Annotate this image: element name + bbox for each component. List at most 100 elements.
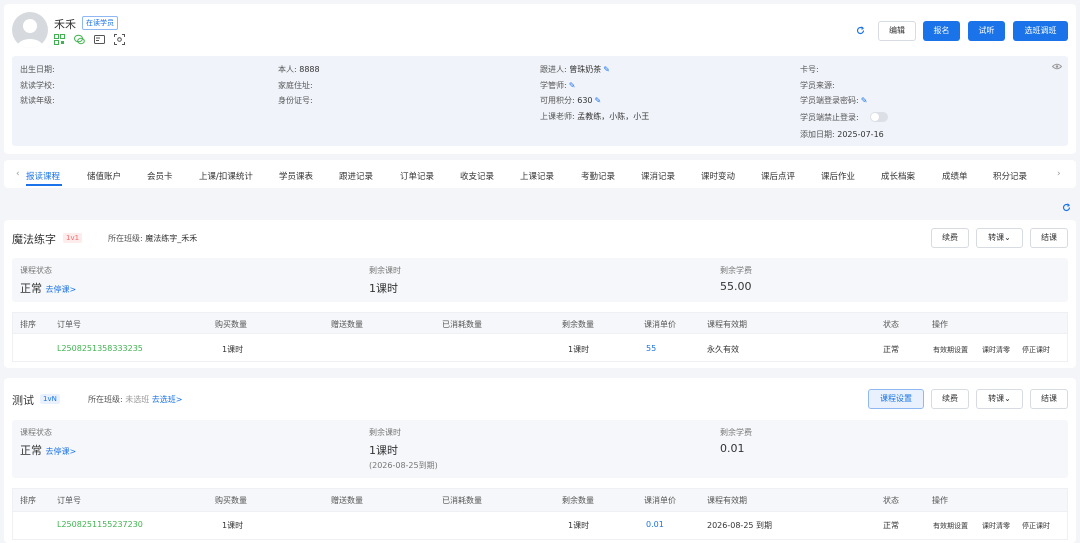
school: 就读学校: — [20, 81, 55, 90]
col-sort: 排序 — [20, 496, 36, 505]
card-number: 卡号: — [800, 65, 819, 74]
remaining-fee-label: 剩余学费 — [720, 266, 752, 275]
remaining-hours-value: 1课时 — [369, 282, 398, 295]
self-phone: 本人: 8888 — [278, 65, 320, 74]
remaining-fee-value: 0.01 — [720, 442, 745, 455]
renew-button[interactable]: 续费 — [931, 228, 969, 248]
wechat-icon[interactable] — [74, 34, 85, 48]
tab-reviews[interactable]: 课后点评 — [761, 170, 795, 182]
follower-edit-icon[interactable]: ✎ — [603, 65, 610, 74]
student-source: 学员来源: — [800, 81, 835, 90]
status-badge: 在读学员 — [82, 16, 118, 30]
validity-setting-link[interactable]: 有效期设置 — [933, 345, 968, 355]
state: 正常 — [883, 345, 899, 354]
remaining-fee-label: 剩余学费 — [720, 428, 752, 437]
order-number-link[interactable]: L2508251358333235 — [57, 344, 143, 353]
birth-date: 出生日期: — [20, 65, 55, 74]
tab-prev-icon[interactable]: ‹ — [16, 169, 20, 179]
tab-hour-changes[interactable]: 课时变动 — [701, 170, 735, 182]
stop-hours-link[interactable]: 停正课时 — [1022, 345, 1050, 355]
password-edit-icon[interactable]: ✎ — [861, 96, 868, 105]
tab-order-records[interactable]: 订单记录 — [400, 170, 434, 182]
login-ban: 学员端禁止登录: — [800, 113, 859, 122]
points-edit-icon[interactable]: ✎ — [595, 96, 602, 105]
chevron-down-icon: ⌄ — [1004, 233, 1011, 242]
col-actions: 操作 — [932, 320, 948, 329]
course-summary-box — [12, 420, 1068, 478]
tab-follow-records[interactable]: 跟进记录 — [339, 170, 373, 182]
remain-qty: 1课时 — [568, 345, 590, 354]
transfer-course-button[interactable]: 转课⌄ — [976, 228, 1023, 248]
tab-payment-records[interactable]: 收支记录 — [460, 170, 494, 182]
table-header — [12, 312, 1068, 334]
col-unit-price: 课消单价 — [644, 496, 676, 505]
col-used-qty: 已消耗数量 — [442, 320, 482, 329]
tab-next-icon[interactable]: › — [1057, 169, 1061, 179]
tab-class-records[interactable]: 上课记录 — [520, 170, 554, 182]
finish-course-button[interactable]: 结课 — [1030, 389, 1068, 409]
login-ban-toggle[interactable] — [870, 112, 888, 122]
renew-button[interactable]: 续费 — [931, 389, 969, 409]
tab-enrolled-courses[interactable]: 报读课程 — [26, 170, 60, 182]
choose-class-link[interactable]: 去选班> — [152, 395, 183, 404]
finish-course-button[interactable]: 结课 — [1030, 228, 1068, 248]
tab-member-card[interactable]: 会员卡 — [147, 170, 173, 182]
col-validity: 课程有效期 — [707, 320, 747, 329]
col-buy-qty: 购买数量 — [215, 496, 247, 505]
refresh-icon[interactable] — [856, 26, 865, 38]
class-info: 所在班级: 魔法练字_禾禾 — [108, 234, 198, 243]
stop-hours-link[interactable]: 停正课时 — [1022, 521, 1050, 531]
tab-class-stats[interactable]: 上课/扣课统计 — [199, 170, 253, 182]
status-label: 课程状态 — [20, 266, 52, 275]
address: 家庭住址: — [278, 81, 313, 90]
manager-edit-icon[interactable]: ✎ — [569, 81, 576, 90]
unit-price: 0.01 — [646, 520, 664, 529]
list-refresh-icon[interactable] — [1062, 203, 1071, 215]
course-setting-button[interactable]: 课程设置 — [868, 389, 924, 409]
tab-homework[interactable]: 课后作业 — [821, 170, 855, 182]
eye-icon[interactable] — [1051, 63, 1063, 73]
remaining-fee-value: 55.00 — [720, 280, 752, 293]
transfer-class-button[interactable]: 选班调班 — [1013, 21, 1068, 41]
tab-report-card[interactable]: 成绩单 — [942, 170, 968, 182]
clear-hours-link[interactable]: 课时清零 — [982, 521, 1010, 531]
remain-qty: 1课时 — [568, 521, 590, 530]
login-password: 学员端登录密码: ✎ — [800, 96, 868, 105]
transfer-course-button[interactable]: 转课⌄ — [976, 389, 1023, 409]
trial-button[interactable]: 试听 — [968, 21, 1005, 41]
id-number: 身份证号: — [278, 96, 313, 105]
validity-setting-link[interactable]: 有效期设置 — [933, 521, 968, 531]
id-card-icon[interactable] — [94, 35, 105, 47]
col-sort: 排序 — [20, 320, 36, 329]
col-gift-qty: 赠送数量 — [331, 496, 363, 505]
tab-points[interactable]: 积分记录 — [993, 170, 1027, 182]
qrcode-icon[interactable] — [54, 34, 65, 48]
remaining-hours-value: 1课时 — [369, 444, 398, 457]
added-date: 添加日期: 2025-07-16 — [800, 130, 884, 139]
col-remain-qty: 剩余数量 — [562, 320, 594, 329]
tab-schedule[interactable]: 学员课表 — [279, 170, 313, 182]
table-row — [12, 512, 1068, 540]
chevron-down-icon: ⌄ — [1004, 394, 1011, 403]
avatar — [12, 12, 48, 48]
suspend-link[interactable]: 去停课> — [46, 447, 77, 456]
buy-qty: 1课时 — [222, 521, 244, 530]
order-number-link[interactable]: L2508251155237230 — [57, 520, 143, 529]
tab-attendance[interactable]: 考勤记录 — [581, 170, 615, 182]
state: 正常 — [883, 521, 899, 530]
class-info: 所在班级: 未选班 去选班> — [88, 395, 183, 404]
face-scan-icon[interactable] — [114, 34, 125, 48]
tab-stored-value[interactable]: 储值账户 — [87, 170, 121, 182]
tab-consumption[interactable]: 课消记录 — [641, 170, 675, 182]
enroll-button[interactable]: 报名 — [923, 21, 960, 41]
edit-button[interactable]: 编辑 — [878, 21, 916, 41]
follower: 跟进人: 曾珠奶茶 ✎ — [540, 65, 610, 74]
tab-growth[interactable]: 成长档案 — [881, 170, 915, 182]
suspend-link[interactable]: 去停课> — [46, 285, 77, 294]
clear-hours-link[interactable]: 课时清零 — [982, 345, 1010, 355]
course-summary-box — [12, 258, 1068, 302]
col-unit-price: 课消单价 — [644, 320, 676, 329]
status-value: 正常 去停课> — [20, 444, 77, 457]
col-state: 状态 — [883, 496, 899, 505]
col-used-qty: 已消耗数量 — [442, 496, 482, 505]
